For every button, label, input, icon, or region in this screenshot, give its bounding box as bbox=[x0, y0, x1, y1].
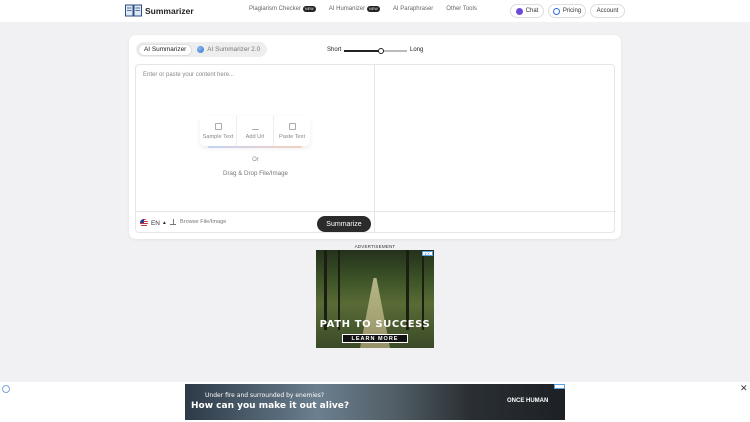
summary-length-slider[interactable] bbox=[344, 48, 407, 54]
ad-learn-more-button[interactable]: LEARN MORE bbox=[342, 334, 408, 343]
paste-text-button[interactable]: Paste Text bbox=[274, 116, 310, 146]
tree-decoration bbox=[338, 250, 340, 330]
ad-banner[interactable]: PATH TO SUCCESS LEARN MORE ▸✕ bbox=[316, 250, 434, 348]
chat-label: Chat bbox=[525, 8, 539, 14]
main-nav: Plagiarism Checker NEW AI Humanizer NEW … bbox=[249, 6, 490, 12]
edit-icon bbox=[214, 122, 222, 130]
content-input[interactable]: Enter or paste your content here... bbox=[143, 72, 234, 78]
summarize-button[interactable]: Summarize bbox=[317, 216, 371, 232]
summarizer-card: AI Summarizer AI Summarizer 2.0 Short Lo… bbox=[129, 35, 621, 239]
upload-icon bbox=[251, 123, 259, 130]
output-toolbar bbox=[375, 211, 616, 234]
language-selector[interactable]: EN ▲ bbox=[140, 219, 167, 227]
sample-text-button[interactable]: Sample Text bbox=[200, 116, 237, 146]
bottom-banner-ad[interactable]: Under fire and surrounded by enemies? Ho… bbox=[185, 384, 565, 420]
nav-label: AI Paraphraser bbox=[392, 6, 434, 12]
chat-button[interactable]: Chat bbox=[510, 4, 544, 18]
new-badge: NEW bbox=[303, 6, 316, 12]
account-button[interactable]: Account bbox=[590, 4, 625, 18]
globe-icon bbox=[197, 46, 205, 53]
browse-file-button[interactable]: Browse File/Image bbox=[170, 219, 226, 225]
action-label: Add Url bbox=[245, 133, 265, 140]
ad-info-icon[interactable] bbox=[2, 385, 10, 393]
caret-up-icon: ▲ bbox=[161, 220, 167, 226]
chat-icon bbox=[515, 7, 523, 15]
nav-other-tools[interactable]: Other Tools bbox=[446, 6, 477, 12]
tree-decoration bbox=[422, 250, 424, 330]
nav-plagiarism-checker[interactable]: Plagiarism Checker NEW bbox=[249, 6, 316, 12]
close-banner-icon[interactable]: ✕ bbox=[740, 383, 748, 394]
logo-text: Summarizer bbox=[145, 5, 194, 16]
tab-ai-summarizer-2[interactable]: AI Summarizer 2.0 bbox=[192, 44, 265, 56]
pricing-button[interactable]: Pricing bbox=[548, 4, 586, 18]
new-badge: NEW bbox=[367, 6, 380, 12]
output-pane bbox=[374, 64, 616, 234]
input-pane: Enter or paste your content here... Samp… bbox=[135, 64, 375, 234]
length-long-label: Long bbox=[410, 47, 424, 53]
input-toolbar: EN ▲ Browse File/Image Summarize bbox=[136, 211, 375, 234]
slider-handle[interactable] bbox=[377, 48, 384, 54]
tab-ai-summarizer[interactable]: AI Summarizer bbox=[138, 43, 193, 56]
slider-fill bbox=[344, 50, 381, 52]
nav-label: AI Humanizer bbox=[328, 6, 366, 12]
tree-decoration bbox=[406, 250, 409, 330]
banner-brand: ONCE HUMAN bbox=[507, 398, 549, 404]
tree-decoration bbox=[324, 250, 327, 330]
action-label: Paste Text bbox=[278, 133, 305, 140]
pricing-label: Pricing bbox=[562, 8, 582, 14]
book-logo-icon bbox=[125, 4, 142, 17]
clipboard-icon bbox=[288, 122, 296, 130]
top-header: Summarizer Plagiarism Checker NEW AI Hum… bbox=[0, 0, 750, 22]
ad-choices-icon[interactable]: ▸✕ bbox=[422, 251, 433, 256]
us-flag-icon bbox=[140, 219, 148, 227]
add-url-button[interactable]: Add Url bbox=[237, 116, 274, 146]
language-label: EN bbox=[151, 219, 160, 227]
action-label: Sample Text bbox=[202, 133, 234, 140]
banner-line1: Under fire and surrounded by enemies? bbox=[205, 392, 325, 399]
tab-label: AI Summarizer bbox=[144, 46, 187, 53]
tab-switcher: AI Summarizer AI Summarizer 2.0 bbox=[136, 42, 268, 57]
or-divider-text: Or bbox=[252, 157, 259, 163]
nav-ai-humanizer[interactable]: AI Humanizer NEW bbox=[329, 6, 380, 12]
upload-icon bbox=[170, 219, 176, 225]
account-label: Account bbox=[596, 8, 619, 14]
nav-ai-paraphraser[interactable]: AI Paraphraser bbox=[393, 6, 433, 12]
tab-label: AI Summarizer 2.0 bbox=[207, 46, 261, 53]
advertisement-label: ADVERTISEMENT bbox=[354, 244, 396, 249]
pricing-icon bbox=[552, 7, 560, 15]
banner-line2: How can you make it out alive? bbox=[191, 401, 350, 411]
ad-title: PATH TO SUCCESS bbox=[319, 319, 431, 330]
nav-label: Plagiarism Checker bbox=[249, 6, 302, 12]
length-short-label: Short bbox=[327, 47, 342, 53]
logo[interactable]: Summarizer bbox=[125, 4, 194, 17]
drag-drop-zone[interactable]: Drag & Drop File/Image bbox=[136, 170, 375, 177]
ad-choices-icon[interactable] bbox=[554, 384, 565, 389]
browse-label: Browse File/Image bbox=[180, 219, 227, 225]
nav-label: Other Tools bbox=[446, 6, 477, 12]
input-actions: Sample Text Add Url Paste Text bbox=[200, 116, 310, 148]
